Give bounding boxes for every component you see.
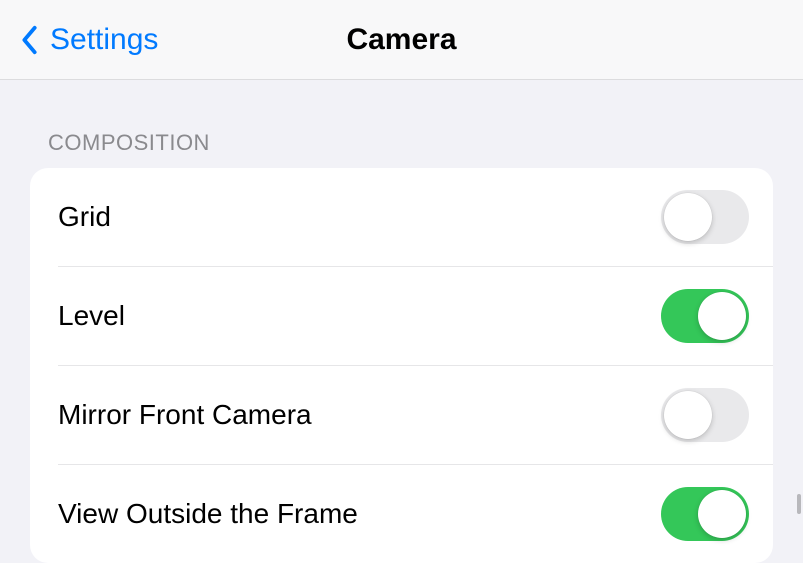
settings-row-level: Level <box>30 267 773 366</box>
back-label: Settings <box>50 23 158 57</box>
toggle-mirror-front-camera[interactable] <box>661 388 749 442</box>
toggle-knob <box>664 391 712 439</box>
row-label: View Outside the Frame <box>58 498 358 530</box>
toggle-knob <box>698 490 746 538</box>
settings-row-mirror-front-camera: Mirror Front Camera <box>30 366 773 465</box>
row-label: Mirror Front Camera <box>58 399 312 431</box>
settings-row-view-outside-frame: View Outside the Frame <box>30 465 773 563</box>
row-label: Level <box>58 300 125 332</box>
content-area: COMPOSITION Grid Level <box>0 80 803 563</box>
page-title: Camera <box>346 23 456 57</box>
row-label: Grid <box>58 201 111 233</box>
toggle-knob <box>664 193 712 241</box>
section-header-composition: COMPOSITION <box>30 80 773 168</box>
nav-bar: Settings Camera <box>0 0 803 80</box>
settings-page: Settings Camera COMPOSITION Grid Level <box>0 0 803 520</box>
toggle-view-outside-frame[interactable] <box>661 487 749 541</box>
chevron-left-icon <box>20 24 40 56</box>
back-button[interactable]: Settings <box>0 23 158 57</box>
toggle-grid[interactable] <box>661 190 749 244</box>
toggle-knob <box>698 292 746 340</box>
scrollbar-indicator <box>797 494 801 514</box>
toggle-level[interactable] <box>661 289 749 343</box>
settings-group-composition: Grid Level Mirror Front Camera <box>30 168 773 563</box>
settings-row-grid: Grid <box>30 168 773 267</box>
